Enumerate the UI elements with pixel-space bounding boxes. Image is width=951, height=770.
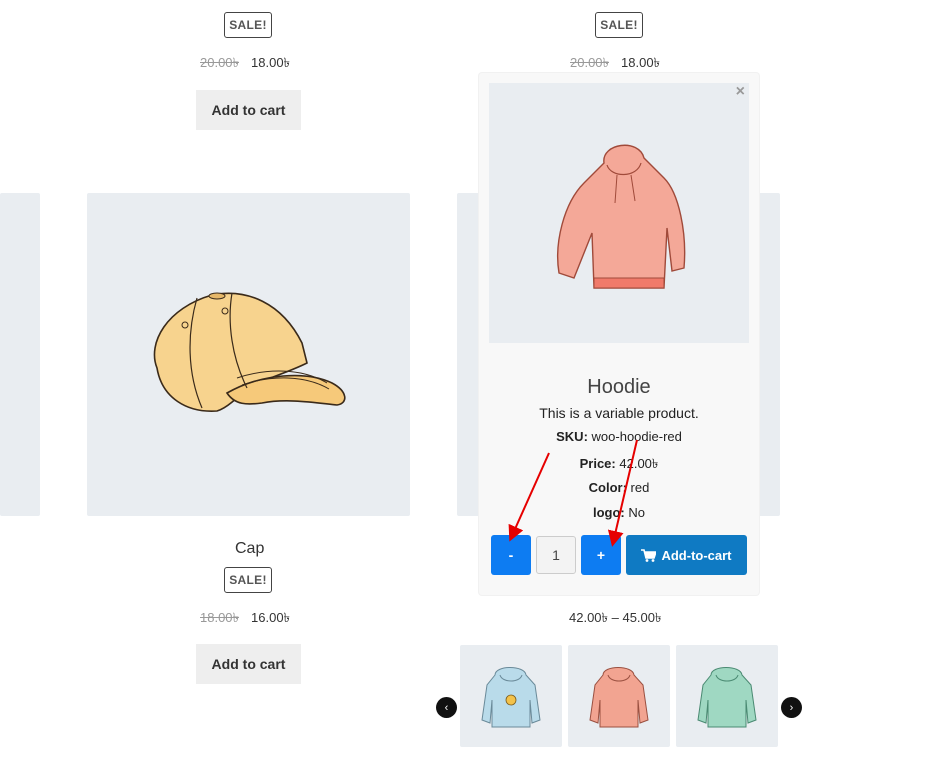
arrow-to-minus: [508, 452, 550, 542]
annotation-arrows: [508, 439, 638, 547]
arrow-to-plus: [607, 439, 638, 547]
